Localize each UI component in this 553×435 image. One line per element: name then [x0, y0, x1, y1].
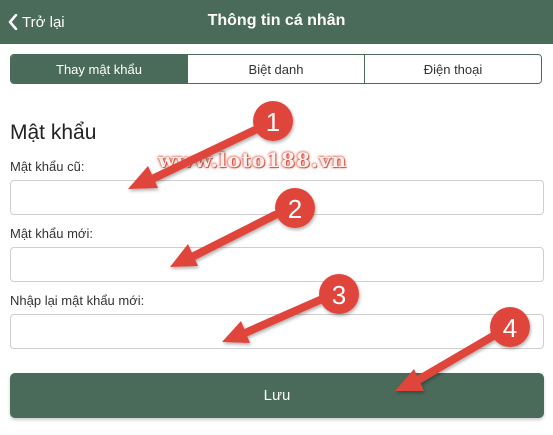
app-header: Trở lại Thông tin cá nhân	[0, 0, 553, 44]
save-button[interactable]: Lưu	[10, 373, 544, 418]
annotation-number-1: 1	[266, 107, 280, 137]
section-title: Mật khẩu	[10, 121, 97, 144]
confirm-password-input[interactable]	[10, 314, 544, 349]
tab-change-password[interactable]: Thay mật khẩu	[11, 55, 187, 83]
watermark-text: www.loto188.vn	[158, 148, 347, 172]
tab-phone[interactable]: Điện thoại	[364, 55, 541, 83]
page-title: Thông tin cá nhân	[207, 12, 346, 29]
old-password-label: Mật khẩu cũ:	[10, 159, 85, 174]
annotation-number-3: 3	[332, 280, 346, 310]
new-password-label: Mật khẩu mới:	[10, 226, 93, 241]
new-password-input[interactable]	[10, 247, 544, 282]
confirm-password-label: Nhập lại mật khẩu mới:	[10, 293, 145, 308]
annotation-badge-1	[253, 101, 293, 141]
tab-nickname[interactable]: Biệt danh	[187, 55, 364, 83]
old-password-input[interactable]	[10, 180, 544, 215]
tab-bar: Thay mật khẩu Biệt danh Điện thoại	[10, 54, 542, 84]
